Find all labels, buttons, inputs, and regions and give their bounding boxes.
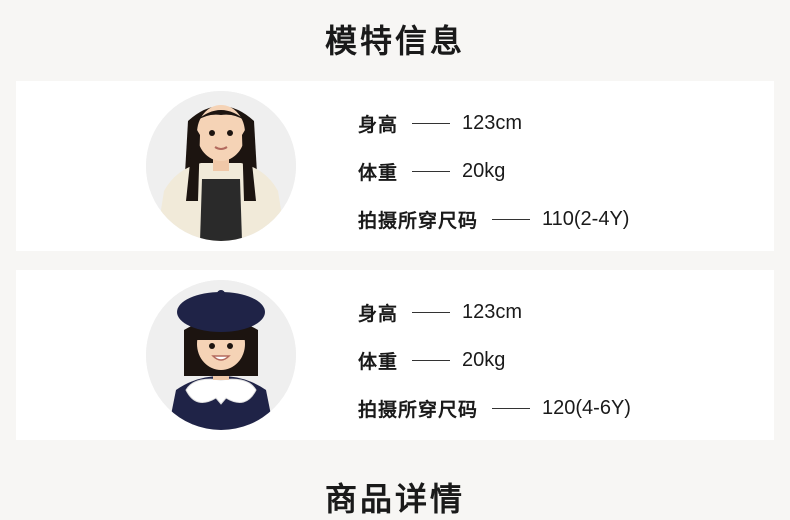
divider-line xyxy=(492,218,531,220)
divider-line xyxy=(492,407,531,409)
height-value: 123cm xyxy=(462,111,523,134)
height-label: 身高 xyxy=(358,302,399,325)
size-row: 拍摄所穿尺码 110(2-4Y) xyxy=(358,195,629,243)
section-title-model-info: 模特信息 xyxy=(324,22,465,60)
size-row: 拍摄所穿尺码 120(4-6Y) xyxy=(358,384,631,432)
weight-value: 20kg xyxy=(462,159,506,182)
height-row: 身高 123cm xyxy=(358,288,631,336)
weight-row: 体重 20kg xyxy=(358,147,629,195)
section-title-product-details: 商品详情 xyxy=(324,480,465,518)
model-card: 身高 123cm 体重 20kg 拍摄所穿尺码 110(2-4Y) xyxy=(16,81,774,251)
height-value: 123cm xyxy=(462,300,523,323)
model-card: 身高 123cm 体重 20kg 拍摄所穿尺码 120(4-6Y) xyxy=(16,270,774,440)
weight-value: 20kg xyxy=(462,348,506,371)
size-label: 拍摄所穿尺码 xyxy=(358,398,479,421)
divider-line xyxy=(412,122,451,124)
height-label: 身高 xyxy=(358,113,399,136)
weight-row: 体重 20kg xyxy=(358,336,631,384)
weight-label: 体重 xyxy=(358,350,399,373)
weight-label: 体重 xyxy=(358,161,399,184)
divider-line xyxy=(412,311,451,313)
model-photo xyxy=(146,280,296,430)
divider-line xyxy=(412,170,451,172)
size-value: 120(4-6Y) xyxy=(542,396,631,419)
height-row: 身高 123cm xyxy=(358,99,629,147)
model-photo xyxy=(146,91,296,241)
model-stats: 身高 123cm 体重 20kg 拍摄所穿尺码 120(4-6Y) xyxy=(358,288,631,432)
size-value: 110(2-4Y) xyxy=(542,207,630,230)
size-label: 拍摄所穿尺码 xyxy=(358,209,479,232)
divider-line xyxy=(412,359,451,361)
model-stats: 身高 123cm 体重 20kg 拍摄所穿尺码 110(2-4Y) xyxy=(358,99,629,243)
